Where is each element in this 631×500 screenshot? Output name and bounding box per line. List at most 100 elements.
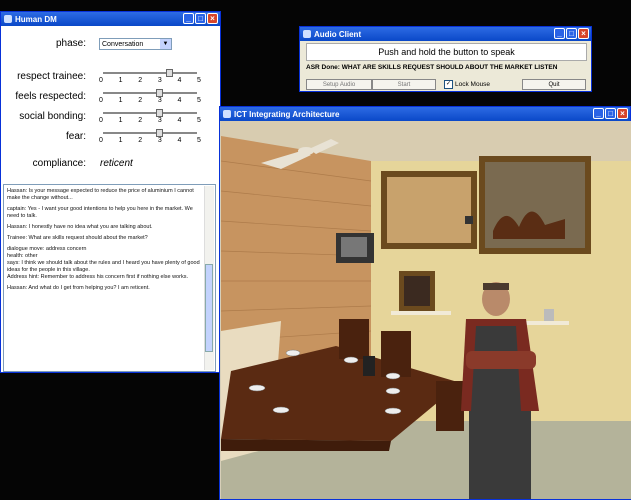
compliance-value: reticent <box>100 158 133 169</box>
slider-track[interactable] <box>103 72 197 75</box>
minimize-icon[interactable]: _ <box>593 108 604 119</box>
log-entry: dialogue move: address concern health: o… <box>7 246 200 280</box>
lock-mouse-label: Lock Mouse <box>455 81 491 88</box>
slider-label: feels respected: <box>15 91 86 102</box>
slider-tick-label: 1 <box>118 137 123 144</box>
phase-value: Conversation <box>102 41 144 48</box>
audio-client-window: Audio Client _ □ × Push and hold the but… <box>299 26 592 92</box>
slider-tick-label: 3 <box>157 97 162 104</box>
minimize-icon[interactable]: _ <box>183 13 194 24</box>
lock-mouse-option[interactable]: ✓ Lock Mouse <box>444 80 490 89</box>
minimize-icon[interactable]: _ <box>554 28 565 39</box>
shelf <box>391 311 451 315</box>
teapot <box>363 356 375 376</box>
slider-tick-label: 0 <box>99 117 103 124</box>
slider-tick-label: 4 <box>177 137 182 144</box>
log-entry: Hassan: I honestly have no idea what you… <box>7 224 153 230</box>
wall-switch <box>465 216 473 224</box>
slider-tick-label: 2 <box>138 137 143 144</box>
maximize-icon[interactable]: □ <box>566 28 577 39</box>
chair-back-left <box>339 319 369 359</box>
slider-row-fear: fear: 0 1 2 3 4 5 <box>1 129 222 145</box>
slider-thumb[interactable] <box>156 109 164 117</box>
slider-thumb[interactable] <box>156 89 164 97</box>
slider-thumb[interactable] <box>156 129 164 137</box>
log-entry: captain: Yes - I want your good intentio… <box>7 206 195 219</box>
slider-label: social bonding: <box>19 111 86 122</box>
slider-tick-label: 4 <box>177 117 182 124</box>
slider-tick-label: 0 <box>99 137 103 144</box>
dm-titlebar[interactable]: Human DM _ □ × <box>1 12 220 26</box>
slider-row-respect-trainee: respect trainee: 0 1 2 3 4 5 <box>1 69 222 85</box>
slider-tick-label: 3 <box>157 137 162 144</box>
app-icon <box>223 110 231 118</box>
shelf-right <box>521 321 569 325</box>
slider-tick-label: 2 <box>138 77 143 84</box>
slider-row-feels-respected: feels respected: 0 1 2 3 4 5 <box>1 89 222 105</box>
slider-tick-label: 4 <box>177 97 182 104</box>
portrait-canvas <box>404 276 430 306</box>
quit-button[interactable]: Quit <box>522 79 586 90</box>
log-entry: Hassan: And what do I get from helping y… <box>7 285 150 291</box>
slider-tick-label: 1 <box>118 117 123 124</box>
scrollbar-thumb[interactable] <box>205 264 213 352</box>
audio-titlebar[interactable]: Audio Client _ □ × <box>300 27 591 41</box>
slider-tick-label: 2 <box>138 97 143 104</box>
slider-row-social-bonding: social bonding: 0 1 2 3 4 5 <box>1 109 222 125</box>
maximize-icon[interactable]: □ <box>195 13 206 24</box>
slider-tick-label: 5 <box>197 137 201 144</box>
chevron-down-icon[interactable]: ▼ <box>160 39 171 49</box>
start-button[interactable]: Start <box>372 79 436 90</box>
slider-tick-label: 3 <box>157 117 162 124</box>
television-screen <box>341 237 367 257</box>
character-arms <box>466 351 536 369</box>
close-icon[interactable]: × <box>578 28 589 39</box>
push-to-talk-button[interactable]: Push and hold the button to speak <box>306 43 587 61</box>
log-lines: Hassan: Is your message expected to redu… <box>7 188 203 292</box>
lock-mouse-checkbox[interactable]: ✓ <box>444 80 453 89</box>
kettle <box>544 309 554 321</box>
slider-track[interactable] <box>103 132 197 135</box>
fear-slider[interactable]: 0 1 2 3 4 5 <box>99 129 201 145</box>
slider-thumb[interactable] <box>165 69 173 77</box>
chair-back-right <box>381 331 411 377</box>
slider-label: respect trainee: <box>17 71 86 82</box>
slider-label: fear: <box>65 131 86 142</box>
human-dm-window: Human DM _ □ × phase: Conversation ▼ res… <box>0 11 221 373</box>
slider-tick-label: 5 <box>197 97 201 104</box>
app-icon <box>4 15 12 23</box>
slider-tick-label: 4 <box>177 77 182 84</box>
slider-tick-label: 1 <box>118 77 123 84</box>
log-entry: Hassan: Is your message expected to redu… <box>7 188 196 201</box>
viewer-title: ICT Integrating Architecture <box>234 109 340 119</box>
app-icon <box>303 30 311 38</box>
dialogue-log[interactable]: Hassan: Is your message expected to redu… <box>3 184 216 372</box>
respect-trainee-slider[interactable]: 0 1 2 3 4 5 <box>99 69 201 85</box>
slider-track[interactable] <box>103 112 197 115</box>
slider-tick-label: 2 <box>138 117 143 124</box>
setup-audio-button[interactable]: Setup Audio <box>306 79 372 90</box>
character-legs <box>469 411 531 499</box>
close-icon[interactable]: × <box>617 108 628 119</box>
slider-tick-label: 0 <box>99 97 103 104</box>
feels-respected-slider[interactable]: 0 1 2 3 4 5 <box>99 89 201 105</box>
audio-title: Audio Client <box>314 29 362 39</box>
close-icon[interactable]: × <box>207 13 218 24</box>
maximize-icon[interactable]: □ <box>605 108 616 119</box>
log-scrollbar[interactable] <box>204 186 214 370</box>
compliance-label: compliance: <box>32 158 86 169</box>
character-hair <box>483 283 509 290</box>
viewer-titlebar[interactable]: ICT Integrating Architecture _ □ × <box>220 107 630 121</box>
asr-result: ASR Done: WHAT ARE SKILLS REQUEST SHOULD… <box>306 64 558 71</box>
log-entry: Trainee: What are skills request should … <box>7 235 148 241</box>
3d-scene-viewport[interactable] <box>221 121 631 499</box>
slider-tick-label: 1 <box>118 97 123 104</box>
phase-select[interactable]: Conversation ▼ <box>99 38 172 50</box>
slider-track[interactable] <box>103 92 197 95</box>
painting-landscape-canvas <box>387 177 471 243</box>
dm-title: Human DM <box>15 14 57 24</box>
slider-tick-label: 3 <box>157 77 162 84</box>
social-bonding-slider[interactable]: 0 1 2 3 4 5 <box>99 109 201 125</box>
slider-tick-label: 5 <box>197 117 201 124</box>
table-edge <box>221 439 391 451</box>
